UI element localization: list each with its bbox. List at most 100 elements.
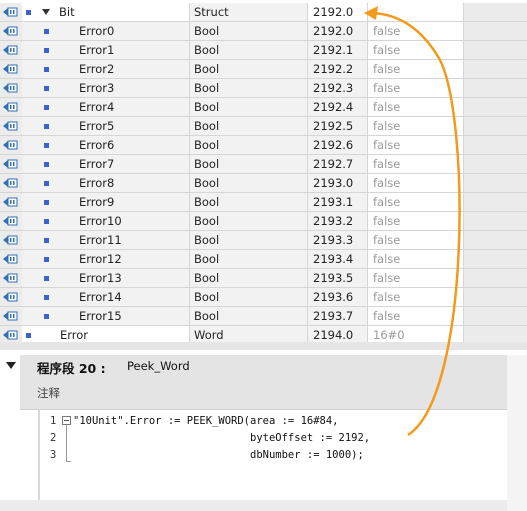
data-type-cell[interactable]: Bool — [190, 307, 308, 325]
interface-cell[interactable] — [0, 98, 22, 116]
start-value-cell[interactable]: false — [368, 193, 464, 211]
start-value-cell[interactable] — [368, 3, 464, 21]
data-type-cell[interactable]: Bool — [190, 174, 308, 192]
name-cell[interactable]: Error9 — [22, 193, 190, 211]
start-value-cell[interactable]: false — [368, 60, 464, 78]
table-row[interactable]: Error13 Bool 2193.5 false — [0, 269, 527, 288]
code-line[interactable]: "10Unit".Error := PEEK_WORD(area := 16#8… — [73, 415, 339, 427]
name-cell[interactable]: Error15 — [22, 307, 190, 325]
interface-input-icon — [3, 102, 18, 112]
table-row[interactable]: Error2 Bool 2192.2 false — [0, 60, 527, 79]
name-cell[interactable]: Error14 — [22, 288, 190, 306]
table-row[interactable]: Error10 Bool 2193.2 false — [0, 212, 527, 231]
start-value-cell[interactable]: false — [368, 98, 464, 116]
start-value-cell[interactable]: false — [368, 212, 464, 230]
interface-cell[interactable] — [0, 231, 22, 249]
name-cell[interactable]: Error10 — [22, 212, 190, 230]
interface-cell[interactable] — [0, 22, 22, 40]
interface-cell[interactable] — [0, 288, 22, 306]
table-row[interactable]: Error11 Bool 2193.3 false — [0, 231, 527, 250]
data-type-cell[interactable]: Struct — [190, 3, 308, 21]
start-value-cell[interactable]: false — [368, 307, 464, 325]
start-value-cell[interactable]: false — [368, 288, 464, 306]
interface-cell[interactable] — [0, 3, 22, 21]
name-cell[interactable]: Error1 — [22, 41, 190, 59]
data-type-cell[interactable]: Bool — [190, 79, 308, 97]
variable-name: Error2 — [79, 62, 115, 76]
data-type-cell[interactable]: Bool — [190, 288, 308, 306]
name-cell[interactable]: Bit — [22, 3, 190, 21]
table-row[interactable]: Error7 Bool 2192.7 false — [0, 155, 527, 174]
table-row[interactable]: Error8 Bool 2193.0 false — [0, 174, 527, 193]
data-type-cell[interactable]: Bool — [190, 269, 308, 287]
start-value-cell[interactable]: false — [368, 41, 464, 59]
data-type-cell[interactable]: Bool — [190, 60, 308, 78]
data-type-cell[interactable]: Bool — [190, 155, 308, 173]
interface-cell[interactable] — [0, 79, 22, 97]
data-type-cell[interactable]: Bool — [190, 41, 308, 59]
name-cell[interactable]: Error4 — [22, 98, 190, 116]
table-row[interactable]: Error12 Bool 2193.4 false — [0, 250, 527, 269]
start-value-cell[interactable]: false — [368, 269, 464, 287]
name-cell[interactable]: Error3 — [22, 79, 190, 97]
table-row[interactable]: Error5 Bool 2192.5 false — [0, 117, 527, 136]
interface-cell[interactable] — [0, 307, 22, 325]
interface-cell[interactable] — [0, 117, 22, 135]
data-type-cell[interactable]: Bool — [190, 136, 308, 154]
interface-cell[interactable] — [0, 41, 22, 59]
table-row[interactable]: Error14 Bool 2193.6 false — [0, 288, 527, 307]
fold-collapse-icon[interactable] — [62, 416, 71, 425]
code-line[interactable]: dbNumber := 1000); — [73, 449, 364, 461]
start-value-cell[interactable]: false — [368, 174, 464, 192]
table-scroll-strip[interactable] — [0, 342, 527, 350]
name-cell[interactable]: Error7 — [22, 155, 190, 173]
start-value-cell[interactable]: false — [368, 136, 464, 154]
start-value-cell[interactable]: false — [368, 231, 464, 249]
interface-cell[interactable] — [0, 155, 22, 173]
interface-cell[interactable] — [0, 250, 22, 268]
name-cell[interactable]: Error13 — [22, 269, 190, 287]
name-cell[interactable]: Error2 — [22, 60, 190, 78]
start-value-cell[interactable]: false — [368, 117, 464, 135]
start-value-cell[interactable]: false — [368, 155, 464, 173]
name-cell[interactable]: Error11 — [22, 231, 190, 249]
start-value-cell[interactable]: false — [368, 22, 464, 40]
data-type-cell[interactable]: Bool — [190, 212, 308, 230]
data-type-cell[interactable]: Bool — [190, 250, 308, 268]
name-cell[interactable]: Error6 — [22, 136, 190, 154]
interface-cell[interactable] — [0, 60, 22, 78]
interface-cell[interactable] — [0, 212, 22, 230]
offset-cell: 2192.7 — [308, 155, 368, 173]
collapse-triangle-icon[interactable] — [6, 362, 16, 369]
interface-cell[interactable] — [0, 193, 22, 211]
extra-columns — [464, 3, 527, 21]
name-cell[interactable]: Error0 — [22, 22, 190, 40]
table-row[interactable]: Error3 Bool 2192.3 false — [0, 79, 527, 98]
start-value-cell[interactable]: false — [368, 250, 464, 268]
interface-cell[interactable] — [0, 174, 22, 192]
interface-cell[interactable] — [0, 269, 22, 287]
table-row[interactable]: Error6 Bool 2192.6 false — [0, 136, 527, 155]
code-line[interactable]: byteOffset := 2192, — [73, 432, 370, 444]
data-type-cell[interactable]: Bool — [190, 231, 308, 249]
start-value-cell[interactable]: false — [368, 79, 464, 97]
name-cell[interactable]: Error12 — [22, 250, 190, 268]
table-row[interactable]: Error0 Bool 2192.0 false — [0, 22, 527, 41]
data-type-cell[interactable]: Bool — [190, 22, 308, 40]
network-header[interactable]: 程序段 20 : Peek_Word — [0, 353, 527, 378]
member-marker-icon — [44, 29, 49, 34]
network-comment[interactable]: 注释 — [37, 385, 60, 401]
data-type-cell[interactable]: Bool — [190, 117, 308, 135]
network-name[interactable]: Peek_Word — [127, 359, 190, 373]
interface-cell[interactable] — [0, 136, 22, 154]
expand-triangle-icon[interactable] — [42, 9, 50, 15]
data-type-cell[interactable]: Bool — [190, 193, 308, 211]
table-row[interactable]: Error4 Bool 2192.4 false — [0, 98, 527, 117]
table-row[interactable]: Error1 Bool 2192.1 false — [0, 41, 527, 60]
name-cell[interactable]: Error8 — [22, 174, 190, 192]
name-cell[interactable]: Error5 — [22, 117, 190, 135]
table-row[interactable]: Error9 Bool 2193.1 false — [0, 193, 527, 212]
table-row[interactable]: Bit Struct 2192.0 — [0, 3, 527, 22]
data-type-cell[interactable]: Bool — [190, 98, 308, 116]
table-row[interactable]: Error15 Bool 2193.7 false — [0, 307, 527, 326]
